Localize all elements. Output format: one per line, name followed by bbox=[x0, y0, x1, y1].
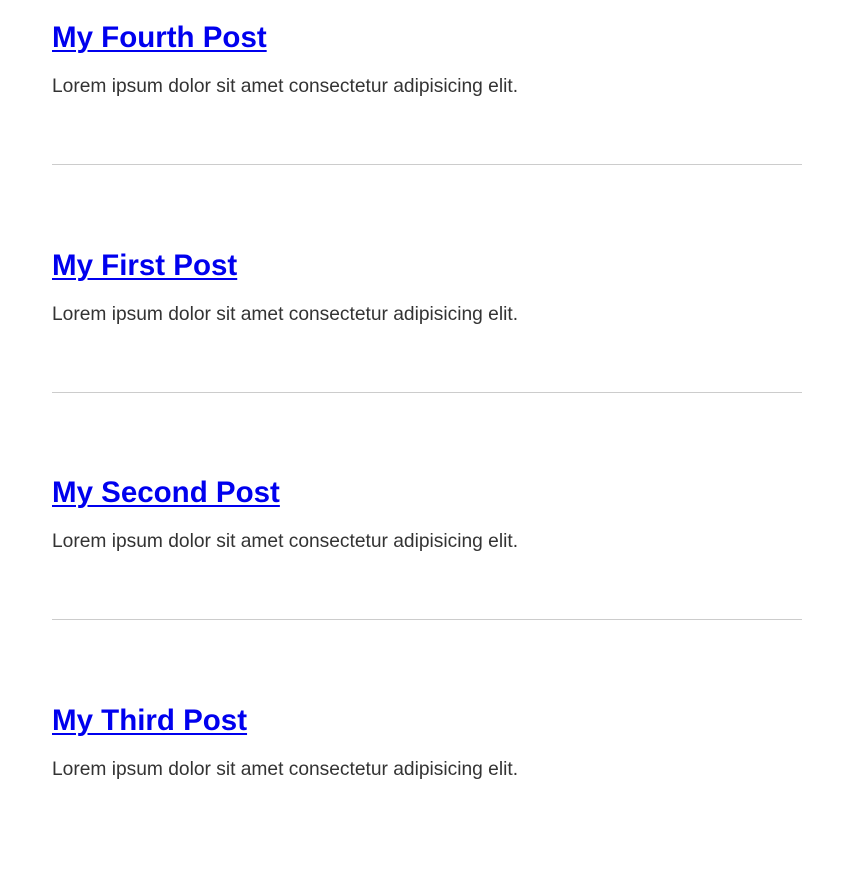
post-title: My Second Post bbox=[52, 475, 802, 510]
post-item: My Fourth Post Lorem ipsum dolor sit ame… bbox=[52, 20, 802, 97]
post-item: My Second Post Lorem ipsum dolor sit ame… bbox=[52, 475, 802, 552]
post-title: My First Post bbox=[52, 248, 802, 283]
post-excerpt: Lorem ipsum dolor sit amet consectetur a… bbox=[52, 76, 519, 97]
post-divider bbox=[52, 619, 802, 620]
post-title: My Third Post bbox=[52, 703, 802, 738]
post-title-link[interactable]: My Second Post bbox=[52, 476, 280, 509]
post-excerpt: Lorem ipsum dolor sit amet consectetur a… bbox=[52, 759, 519, 780]
post-divider bbox=[52, 164, 802, 165]
post-item: My First Post Lorem ipsum dolor sit amet… bbox=[52, 248, 802, 325]
post-excerpt: Lorem ipsum dolor sit amet consectetur a… bbox=[52, 531, 519, 552]
post-title: My Fourth Post bbox=[52, 20, 802, 55]
post-item: My Third Post Lorem ipsum dolor sit amet… bbox=[52, 703, 802, 780]
post-list: My Fourth Post Lorem ipsum dolor sit ame… bbox=[0, 0, 843, 885]
post-excerpt: Lorem ipsum dolor sit amet consectetur a… bbox=[52, 304, 519, 325]
post-title-link[interactable]: My First Post bbox=[52, 249, 237, 282]
post-title-link[interactable]: My Fourth Post bbox=[52, 21, 267, 54]
post-divider bbox=[52, 392, 802, 393]
post-title-link[interactable]: My Third Post bbox=[52, 704, 247, 737]
